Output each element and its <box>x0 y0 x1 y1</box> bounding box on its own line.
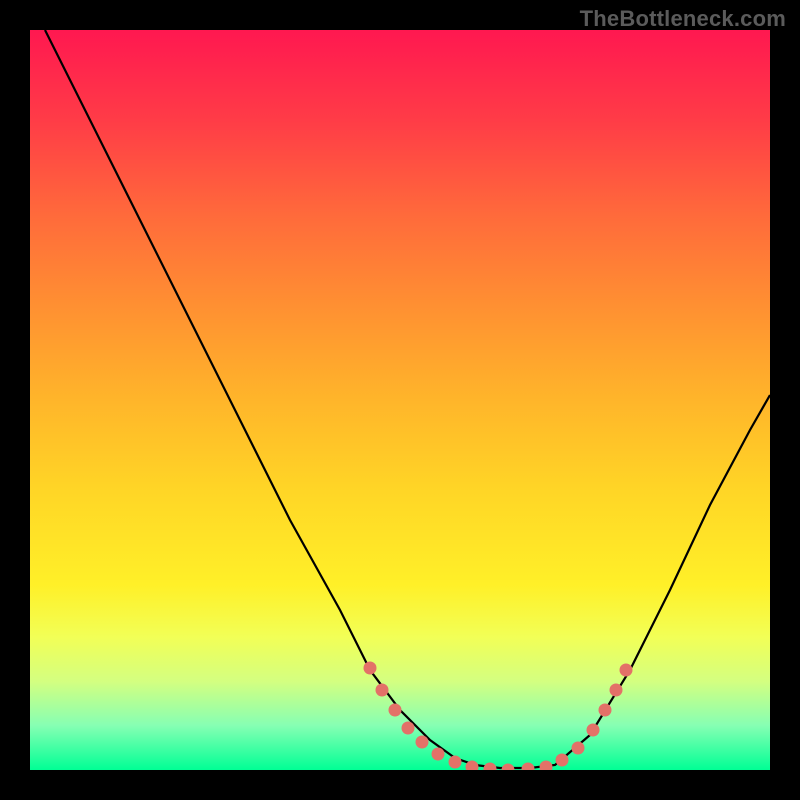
bottleneck-curve <box>45 30 770 768</box>
chart-frame: TheBottleneck.com <box>0 0 800 800</box>
trough-dots <box>364 662 633 771</box>
data-dot <box>587 724 600 737</box>
curve-svg <box>30 30 770 770</box>
data-dot <box>540 761 553 771</box>
data-dot <box>599 704 612 717</box>
data-dot <box>416 736 429 749</box>
plot-area <box>30 30 770 770</box>
data-dot <box>502 764 515 771</box>
data-dot <box>556 754 569 767</box>
data-dot <box>376 684 389 697</box>
data-dot <box>432 748 445 761</box>
data-dot <box>364 662 377 675</box>
data-dot <box>389 704 402 717</box>
data-dot <box>484 763 497 771</box>
data-dot <box>522 763 535 771</box>
data-dot <box>449 756 462 769</box>
data-dot <box>572 742 585 755</box>
watermark-text: TheBottleneck.com <box>580 6 786 32</box>
data-dot <box>620 664 633 677</box>
data-dot <box>402 722 415 735</box>
data-dot <box>610 684 623 697</box>
